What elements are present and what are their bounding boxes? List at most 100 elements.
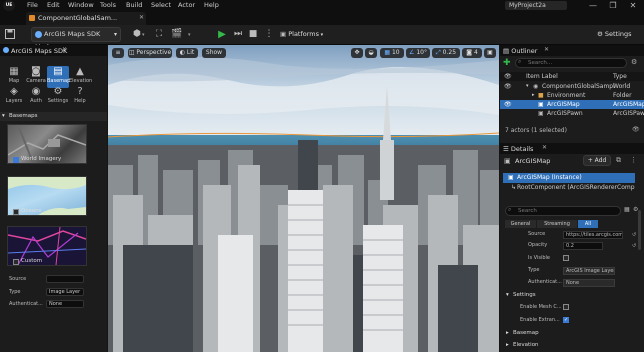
opacity-prop-input[interactable]: 0.2 xyxy=(563,242,603,250)
view-options-icon[interactable]: 👁 xyxy=(632,126,640,133)
mode-camera-button[interactable]: ◙ Camera xyxy=(25,66,47,88)
auth-icon: ◉ xyxy=(31,86,41,97)
outliner-row-environment[interactable]: ▸ ■ Environment Folder xyxy=(500,91,644,100)
menu-tools[interactable]: Tools xyxy=(100,1,116,9)
mode-basemap-button[interactable]: ▤ Basemap xyxy=(47,66,70,88)
instance-row[interactable]: ▣ ArcGISMap (Instance) xyxy=(503,173,635,183)
type-dropdown[interactable]: Image Layer xyxy=(46,288,84,296)
settings-section-header[interactable]: ▾ Settings xyxy=(500,290,644,300)
elevation-section-label: Elevation xyxy=(513,342,539,348)
platforms-button[interactable]: ▣ Platforms ▾ xyxy=(280,28,323,41)
show-button[interactable]: Show xyxy=(202,48,226,58)
rotation-snap-button[interactable]: ∠ 10° xyxy=(406,48,430,58)
details-actor-name[interactable]: ArcGISMap xyxy=(515,157,550,165)
scale-snap-button[interactable]: ⤢ 0.25 xyxy=(432,48,460,58)
tab-streaming[interactable]: Streaming xyxy=(537,220,577,228)
camera-speed-icon: ◙ xyxy=(466,49,474,56)
oceans-thumbnail[interactable] xyxy=(7,176,87,216)
source-prop-input[interactable]: https://tiles.arcgis.com/ti xyxy=(563,231,623,239)
tab-close-icon[interactable]: ✕ xyxy=(139,14,144,21)
outliner-search-input[interactable]: Search... xyxy=(515,58,627,68)
viewport-menu-button[interactable]: ≡ xyxy=(112,48,124,58)
grid-snap-button[interactable]: ▦ 10 xyxy=(380,48,404,58)
mode-map-button[interactable]: ▦ Map xyxy=(3,66,25,88)
surface-snap-icon[interactable]: ◒ xyxy=(365,48,377,58)
blueprint-edit-icon[interactable]: ⧉ xyxy=(616,156,621,165)
enable-extran-label: Enable Extran... xyxy=(520,317,560,323)
root-component-row[interactable]: ↳ RootComponent (ArcGISRendererComp xyxy=(503,183,641,193)
menu-edit[interactable]: Edit xyxy=(47,1,60,9)
basemap-section-header[interactable]: ▸ Basemap xyxy=(500,328,644,338)
property-matrix-icon[interactable]: ▦ xyxy=(624,206,630,213)
viewport-layout-icon[interactable]: ▣ xyxy=(484,48,496,58)
authentication-dropdown[interactable]: None xyxy=(46,300,84,308)
menu-actor[interactable]: Actor xyxy=(178,1,195,9)
custom-thumbnail[interactable] xyxy=(7,226,87,266)
blueprint-icon[interactable]: ⛶ xyxy=(152,28,166,41)
cinematics-icon[interactable]: 🎬 xyxy=(170,28,184,41)
authentication-prop-dropdown[interactable]: None xyxy=(563,279,615,287)
perspective-button[interactable]: ◫ Perspective xyxy=(128,48,172,58)
oceans-checkbox[interactable] xyxy=(13,209,19,215)
add-actor-icon[interactable]: ✚ xyxy=(503,58,513,68)
authentication-dropdown-value: None xyxy=(49,301,63,307)
arcgis-panel-close-icon[interactable]: ✕ xyxy=(62,46,67,53)
outliner-row-arcgispawn[interactable]: ▣ ArcGISPawn ArcGISPawn xyxy=(500,109,644,118)
play-options-icon[interactable]: ⋮ xyxy=(262,28,276,41)
enable-mesh-checkbox[interactable] xyxy=(563,304,569,310)
menu-file[interactable]: File xyxy=(27,1,38,9)
is-visible-checkbox[interactable] xyxy=(563,255,569,261)
world-row-type: World xyxy=(613,83,631,90)
settings-button[interactable]: ⚙ Settings xyxy=(597,28,632,41)
unreal-logo[interactable]: UE xyxy=(3,0,15,11)
stop-icon[interactable]: ■ xyxy=(246,28,260,41)
camera-speed-button[interactable]: ◙ 4 xyxy=(462,48,482,58)
details-options-icon[interactable]: ⋮ xyxy=(630,156,637,164)
mode-help-button[interactable]: ? Help xyxy=(69,86,91,108)
details-search-input[interactable]: Search xyxy=(505,206,621,216)
arcgispawn-row-type: ArcGISPawn xyxy=(613,110,644,117)
details-scrollbar[interactable] xyxy=(638,210,641,250)
transform-icon[interactable]: ✥ xyxy=(351,48,363,58)
detail-row-is-visible: Is Visible xyxy=(500,253,644,264)
source-reset-icon[interactable]: ↺ xyxy=(632,232,636,238)
add-component-button[interactable]: + Add xyxy=(583,155,611,166)
menu-select[interactable]: Select xyxy=(151,1,171,9)
tab-general[interactable]: General xyxy=(505,220,536,228)
mode-settings-button[interactable]: ⚙ Settings xyxy=(47,86,69,108)
type-prop-dropdown[interactable]: ArcGIS Image Layer xyxy=(563,267,615,275)
minimize-icon[interactable]: — xyxy=(584,0,602,11)
outliner-close-icon[interactable]: ✕ xyxy=(544,46,549,53)
level-viewport[interactable] xyxy=(108,45,499,352)
lit-label: Lit xyxy=(186,49,195,56)
outliner-row-arcgismap[interactable]: 👁 ▣ ArcGISMap ArcGISMap xyxy=(500,100,644,109)
mode-layers-button[interactable]: ◈ Layers xyxy=(3,86,25,108)
quick-add-chevron-icon[interactable]: ▾ xyxy=(142,32,145,38)
mode-elevation-button[interactable]: ▲ Elevation xyxy=(69,66,92,88)
basemaps-section-header[interactable]: ▾ Basemaps xyxy=(0,112,107,121)
save-icon[interactable] xyxy=(3,28,17,41)
mode-selector[interactable]: ArcGIS Maps SDK Mode▾ xyxy=(31,27,121,51)
world-imagery-checkbox[interactable] xyxy=(13,157,19,163)
details-close-icon[interactable]: ✕ xyxy=(542,144,547,151)
custom-checkbox[interactable] xyxy=(13,259,19,265)
opacity-reset-icon[interactable]: ↺ xyxy=(632,243,636,249)
menu-window[interactable]: Window xyxy=(68,1,94,9)
enable-extran-checkbox[interactable]: ✓ xyxy=(563,317,569,323)
tab-all[interactable]: All xyxy=(578,220,598,228)
cinematics-chevron-icon[interactable]: ▾ xyxy=(188,32,191,38)
play-icon[interactable]: ▶ xyxy=(215,28,229,41)
step-icon[interactable]: ⏭ xyxy=(231,28,245,41)
item-label-column[interactable]: Item Label xyxy=(526,72,558,81)
elevation-section-header[interactable]: ▸ Elevation xyxy=(500,340,644,350)
menu-build[interactable]: Build xyxy=(126,1,142,9)
maximize-icon[interactable]: ❐ xyxy=(604,0,622,11)
lit-button[interactable]: ◐ Lit xyxy=(176,48,198,58)
type-column[interactable]: Type xyxy=(613,72,627,81)
source-input[interactable] xyxy=(46,275,84,283)
mode-auth-button[interactable]: ◉ Auth xyxy=(25,86,47,108)
outliner-settings-icon[interactable]: ⚙ xyxy=(631,58,637,66)
close-window-icon[interactable]: ✕ xyxy=(624,0,642,11)
outliner-row-world[interactable]: 👁 ▾ ◉ ComponentGlobalSampl World xyxy=(500,82,644,91)
menu-help[interactable]: Help xyxy=(204,1,219,9)
